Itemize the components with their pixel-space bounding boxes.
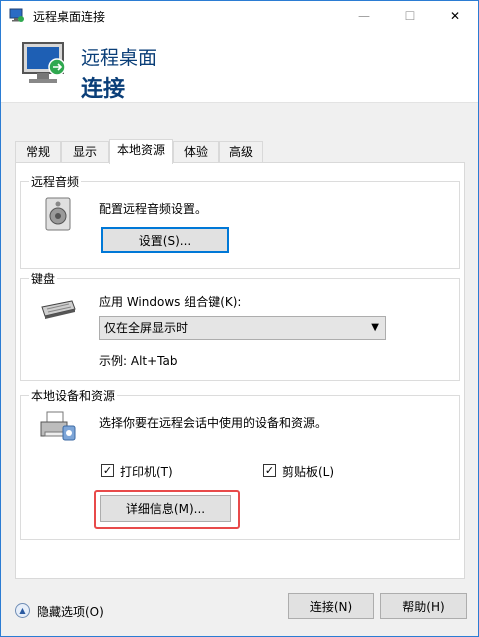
tab-general[interactable]: 常规 xyxy=(15,141,61,163)
keyboard-example: 示例: Alt+Tab xyxy=(99,354,178,368)
printer-devices-icon xyxy=(40,411,76,441)
devices-description: 选择你要在远程会话中使用的设备和资源。 xyxy=(99,416,328,430)
remote-audio-group: 远程音频 配置远程音频设置。 设置(S)... xyxy=(20,173,460,269)
tab-local-resources[interactable]: 本地资源 xyxy=(109,139,173,164)
remote-desktop-window: 远程桌面连接 — ☐ ✕ 远程桌面 连接 常规 显示 本地资源 体验 高级 远程… xyxy=(0,0,479,637)
remote-audio-title: 远程音频 xyxy=(29,173,82,190)
tab-experience[interactable]: 体验 xyxy=(173,141,219,163)
local-devices-title: 本地设备和资源 xyxy=(29,387,118,404)
keyboard-description: 应用 Windows 组合键(K): xyxy=(99,295,242,309)
audio-settings-button[interactable]: 设置(S)... xyxy=(101,227,229,253)
maximize-button[interactable]: ☐ xyxy=(387,1,433,31)
chevron-up-icon[interactable]: ▲ xyxy=(15,603,30,618)
local-resources-panel: 远程音频 配置远程音频设置。 设置(S)... 键盘 应用 Windows 组合… xyxy=(15,162,465,579)
minimize-button[interactable]: — xyxy=(341,1,387,31)
chevron-down-icon: ▼ xyxy=(371,322,379,333)
connect-button[interactable]: 连接(N) xyxy=(288,593,374,619)
close-button[interactable]: ✕ xyxy=(432,1,478,31)
printers-checkbox[interactable]: ✓ xyxy=(101,464,114,477)
help-button[interactable]: 帮助(H) xyxy=(380,593,467,619)
remote-desktop-monitor-icon xyxy=(22,42,66,83)
keyboard-group: 键盘 应用 Windows 组合键(K): 仅在全屏显示时 ▼ 示例: Alt+… xyxy=(20,270,460,381)
speaker-icon xyxy=(45,197,71,231)
keyboard-combo-value: 仅在全屏显示时 xyxy=(104,321,189,335)
keyboard-icon xyxy=(41,300,76,319)
audio-description: 配置远程音频设置。 xyxy=(99,202,208,216)
app-icon xyxy=(9,8,24,22)
local-devices-group: 本地设备和资源 选择你要在远程会话中使用的设备和资源。 ✓ 打印机(T) ✓ 剪… xyxy=(20,387,460,540)
header-title-line1: 远程桌面 xyxy=(81,47,158,69)
details-button[interactable]: 详细信息(M)... xyxy=(100,495,231,522)
keyboard-combo-select[interactable]: 仅在全屏显示时 ▼ xyxy=(99,316,386,340)
clipboard-label[interactable]: 剪贴板(L) xyxy=(282,463,334,480)
printers-label[interactable]: 打印机(T) xyxy=(120,463,173,480)
header-title-line2: 连接 xyxy=(81,77,126,102)
window-title: 远程桌面连接 xyxy=(33,10,106,24)
header-banner: 远程桌面 连接 xyxy=(1,31,478,103)
tab-display[interactable]: 显示 xyxy=(61,141,109,163)
tab-advanced[interactable]: 高级 xyxy=(219,141,263,163)
clipboard-checkbox[interactable]: ✓ xyxy=(263,464,276,477)
hide-options-link[interactable]: 隐藏选项(O) xyxy=(37,603,104,620)
keyboard-title: 键盘 xyxy=(29,270,58,287)
title-bar: 远程桌面连接 — ☐ ✕ xyxy=(1,1,478,31)
